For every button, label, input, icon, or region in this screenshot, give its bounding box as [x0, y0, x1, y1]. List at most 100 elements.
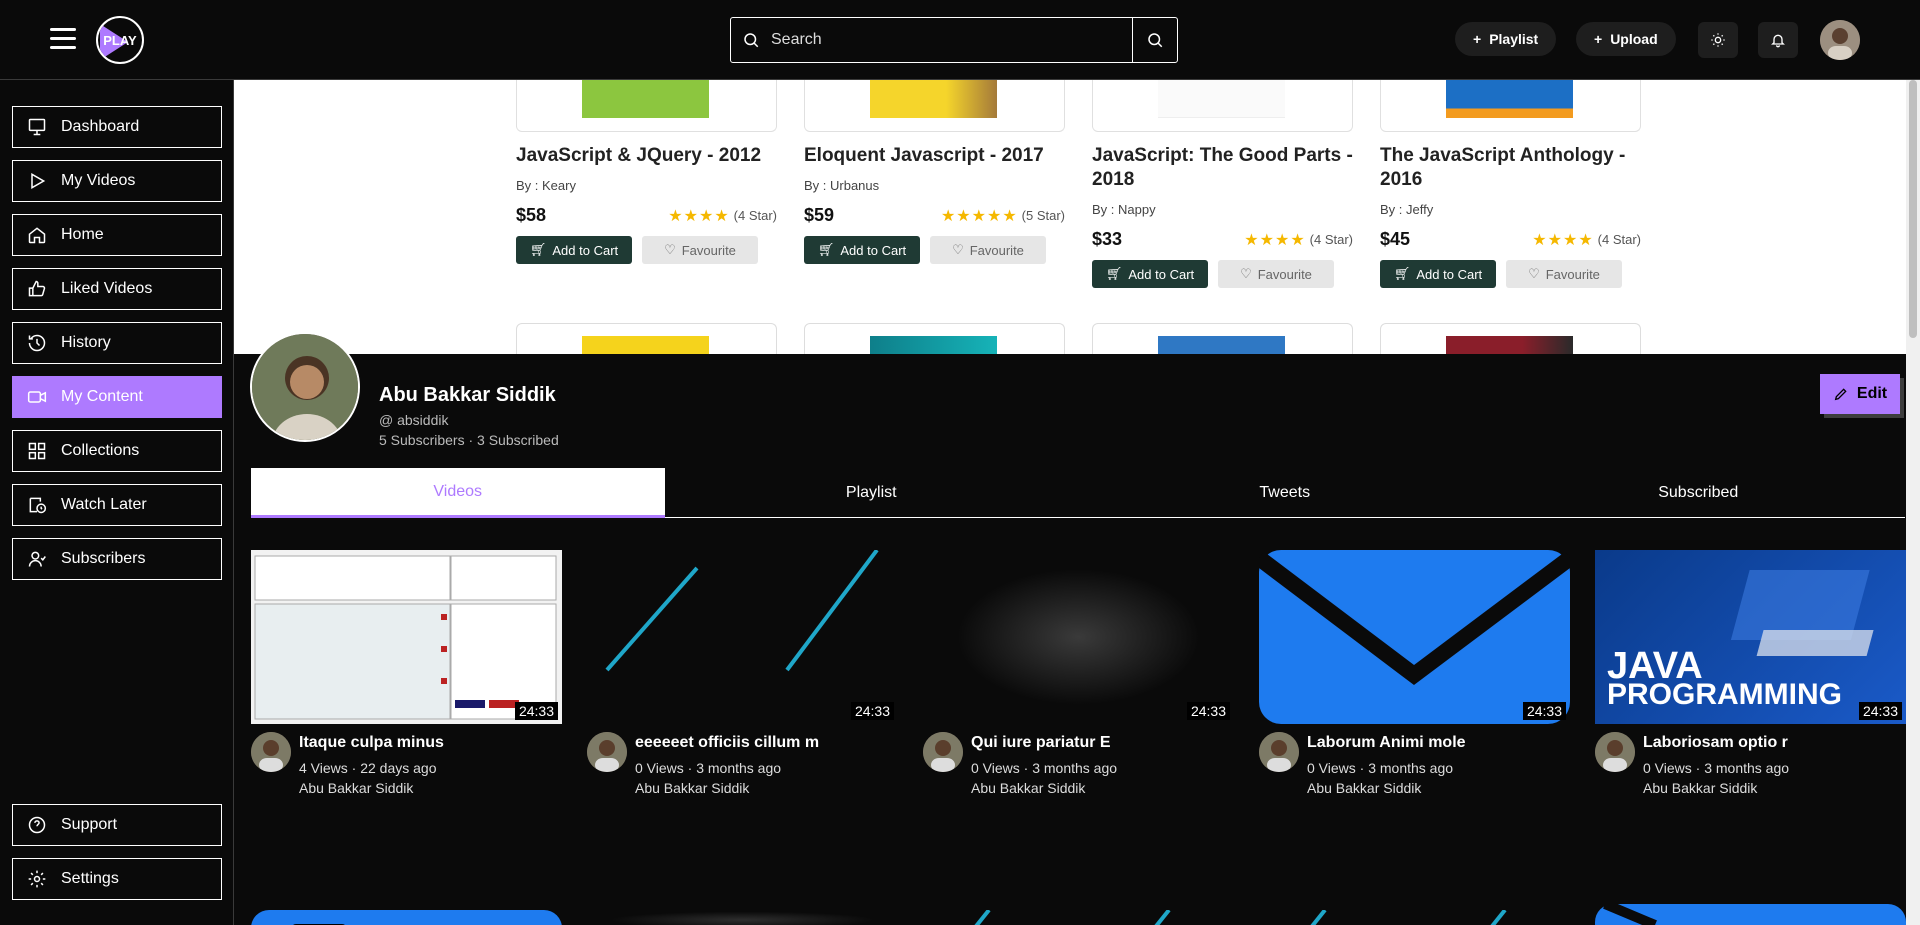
book-price: $33	[1092, 229, 1123, 249]
video-channel[interactable]: Abu Bakkar Siddik	[1643, 780, 1757, 796]
add-to-cart-button[interactable]: 🛒︎ Add to Cart	[516, 236, 632, 264]
book-cover[interactable]	[1092, 80, 1353, 132]
book-title[interactable]: JavaScript & JQuery - 2012	[516, 144, 777, 168]
tab-videos[interactable]: Videos	[251, 468, 665, 518]
channel-avatar[interactable]	[587, 732, 627, 772]
channel-profile: Abu Bakkar Siddik @ absiddik 5 Subscribe…	[234, 332, 1906, 925]
channel-handle: @ absiddik	[379, 412, 449, 428]
favourite-button[interactable]: ♡ Favourite	[930, 236, 1046, 264]
video-card[interactable]: 24:33 Laborum Animi mole 0 Views · 3 mon…	[1259, 550, 1570, 802]
cart-label: Add to Cart	[552, 242, 619, 258]
menu-icon[interactable]	[50, 28, 76, 50]
video-title[interactable]: Qui iure pariatur E	[971, 734, 1111, 752]
scrollbar[interactable]	[1906, 80, 1920, 925]
cart-label: Add to Cart	[840, 242, 907, 258]
book-cover[interactable]	[804, 80, 1065, 132]
tab-subscribed[interactable]: Subscribed	[1492, 468, 1906, 517]
sidebar-item-collections[interactable]: Collections	[12, 430, 222, 472]
video-info: 0 Views · 3 months ago	[1307, 760, 1454, 776]
book-author: By : Urbanus	[804, 178, 880, 193]
book-author: By : Jeffy	[1380, 202, 1434, 217]
logo-text: PLAY	[103, 32, 137, 48]
video-thumbnail[interactable]: 24:33	[251, 550, 562, 724]
bell-icon	[1771, 34, 1785, 48]
favourite-label: Favourite	[681, 242, 736, 258]
sidebar-item-label: Liked Videos	[61, 280, 153, 297]
upload-button[interactable]: + Upload	[1576, 22, 1676, 56]
add-to-cart-button[interactable]: 🛒︎ Add to Cart	[804, 236, 920, 264]
video-channel[interactable]: Abu Bakkar Siddik	[635, 780, 749, 796]
book-title[interactable]: Eloquent Javascript - 2017	[804, 144, 1065, 168]
sidebar-item-support[interactable]: Support	[12, 804, 222, 846]
video-channel[interactable]: Abu Bakkar Siddik	[1307, 780, 1421, 796]
video-camera-icon	[27, 391, 47, 403]
favourite-button[interactable]: ♡ Favourite	[1218, 260, 1334, 288]
book-card: The JavaScript Anthology - 2016 By : Jef…	[1380, 80, 1641, 288]
channel-stats: 5 Subscribers · 3 Subscribed	[379, 432, 559, 448]
add-playlist-button[interactable]: + Playlist	[1455, 22, 1557, 56]
book-cover[interactable]	[516, 80, 777, 132]
video-card[interactable]	[1595, 904, 1906, 925]
theme-toggle-button[interactable]	[1698, 22, 1738, 58]
star-icon: ★★★★★	[940, 207, 1018, 225]
favourite-button[interactable]: ♡ Favourite	[1506, 260, 1622, 288]
video-card[interactable]: 24:33 Itaque culpa minus 4 Views · 22 da…	[251, 550, 562, 802]
heart-icon: ♡	[664, 242, 676, 257]
video-card[interactable]: 24:33 eeeeeet officiis cillum m 0 Views …	[587, 550, 898, 802]
tab-playlist[interactable]: Playlist	[665, 468, 1079, 517]
sidebar-item-label: Support	[61, 816, 118, 833]
notifications-button[interactable]	[1758, 22, 1798, 58]
play-logo[interactable]: PLAY	[96, 16, 144, 64]
video-title[interactable]: eeeeeet officiis cillum m	[635, 734, 819, 752]
video-thumbnail[interactable]: JAVA PROGRAMMING 24:33	[1595, 550, 1906, 724]
sidebar: Dashboard My Videos Home Liked Videos Hi…	[0, 80, 234, 925]
video-thumbnail[interactable]: 24:33	[587, 550, 898, 724]
video-card[interactable]	[1259, 910, 1570, 925]
sidebar-item-my-content[interactable]: My Content	[12, 376, 222, 418]
video-channel[interactable]: Abu Bakkar Siddik	[971, 780, 1085, 796]
sidebar-item-watch-later[interactable]: Watch Later	[12, 484, 222, 526]
video-card[interactable]	[251, 910, 562, 925]
video-title[interactable]: Itaque culpa minus	[299, 734, 444, 752]
scrollbar-thumb[interactable]	[1909, 80, 1917, 338]
video-card[interactable]	[587, 910, 898, 925]
pencil-icon	[1834, 388, 1847, 401]
channel-avatar[interactable]	[251, 732, 291, 772]
channel-avatar[interactable]	[1259, 732, 1299, 772]
search-icon	[1148, 33, 1163, 48]
channel-avatar[interactable]	[1595, 732, 1635, 772]
video-card[interactable]: 24:33 Qui iure pariatur E 0 Views · 3 mo…	[923, 550, 1234, 802]
sidebar-item-my-videos[interactable]: My Videos	[12, 160, 222, 202]
book-title[interactable]: The JavaScript Anthology - 2016	[1380, 144, 1641, 192]
channel-avatar	[250, 332, 360, 442]
sidebar-item-subscribers[interactable]: Subscribers	[12, 538, 222, 580]
book-price: $59	[804, 205, 835, 225]
favourite-button[interactable]: ♡ Favourite	[642, 236, 758, 264]
book-cover[interactable]	[1380, 80, 1641, 132]
video-card[interactable]	[923, 910, 1234, 925]
user-avatar[interactable]	[1820, 20, 1860, 60]
book-card: JavaScript: The Good Parts - 2018 By : N…	[1092, 80, 1353, 288]
book-title[interactable]: JavaScript: The Good Parts - 2018	[1092, 144, 1353, 192]
sun-icon	[1711, 33, 1725, 47]
channel-avatar[interactable]	[923, 732, 963, 772]
search-input[interactable]	[771, 18, 1133, 62]
video-card[interactable]: JAVA PROGRAMMING 24:33 Laboriosam optio …	[1595, 550, 1906, 802]
video-thumbnail[interactable]: 24:33	[923, 550, 1234, 724]
search-button[interactable]	[1133, 18, 1177, 62]
video-title[interactable]: Laboriosam optio r	[1643, 734, 1788, 752]
add-to-cart-button[interactable]: 🛒︎ Add to Cart	[1092, 260, 1208, 288]
sidebar-item-settings[interactable]: Settings	[12, 858, 222, 900]
tab-tweets[interactable]: Tweets	[1078, 468, 1492, 517]
sidebar-item-liked-videos[interactable]: Liked Videos	[12, 268, 222, 310]
video-thumbnail[interactable]: 24:33	[1259, 550, 1570, 724]
sidebar-item-home[interactable]: Home	[12, 214, 222, 256]
video-channel[interactable]: Abu Bakkar Siddik	[299, 780, 413, 796]
edit-button[interactable]: Edit	[1820, 374, 1900, 414]
watch-later-icon	[29, 497, 47, 514]
sidebar-item-dashboard[interactable]: Dashboard	[12, 106, 222, 148]
video-title[interactable]: Laborum Animi mole	[1307, 734, 1466, 752]
sidebar-item-history[interactable]: History	[12, 322, 222, 364]
add-to-cart-button[interactable]: 🛒︎ Add to Cart	[1380, 260, 1496, 288]
top-bar: PLAY + Playlist + Upload	[0, 0, 1920, 80]
